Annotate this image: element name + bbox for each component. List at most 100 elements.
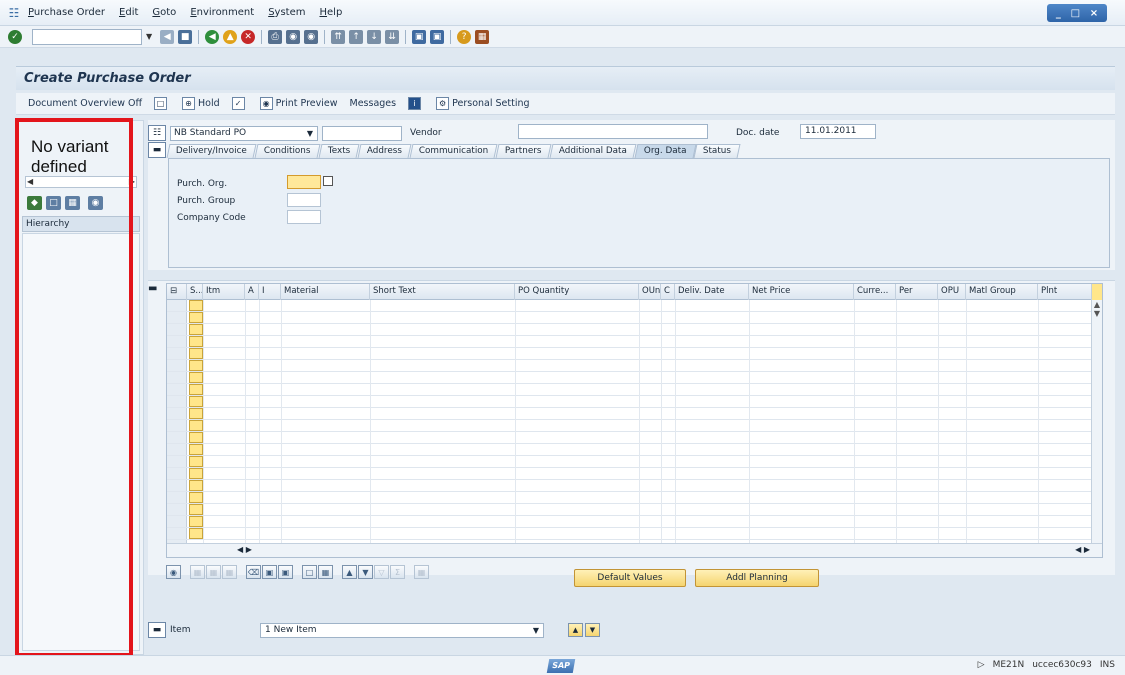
- next-item-button[interactable]: ▼: [585, 623, 600, 637]
- status-cell[interactable]: [189, 396, 203, 407]
- column-header[interactable]: Matl Group: [966, 284, 1038, 300]
- first-page-icon[interactable]: ⇈: [331, 29, 346, 44]
- horizontal-scrollbar[interactable]: ◀ ▶ ◀ ▶: [167, 543, 1102, 557]
- column-header[interactable]: Plnt: [1038, 284, 1092, 300]
- info-button[interactable]: i: [408, 97, 424, 110]
- command-history-icon[interactable]: ▼: [146, 32, 152, 41]
- table-row[interactable]: [167, 432, 1092, 444]
- column-header[interactable]: I: [259, 284, 281, 300]
- menu-help[interactable]: Help: [320, 7, 343, 18]
- check-button[interactable]: ✓: [231, 97, 248, 110]
- document-overview-button[interactable]: Document Overview Off: [28, 98, 142, 109]
- status-expand-icon[interactable]: ▷: [978, 660, 985, 670]
- menu-environment[interactable]: Environment: [190, 7, 254, 18]
- table-row[interactable]: [167, 324, 1092, 336]
- status-cell[interactable]: [189, 336, 203, 347]
- column-header[interactable]: S...: [187, 284, 203, 300]
- vendor-field[interactable]: [518, 124, 708, 139]
- status-cell[interactable]: [189, 300, 203, 311]
- enter-icon[interactable]: ✓: [8, 29, 22, 44]
- table-settings-icon[interactable]: [1092, 284, 1102, 300]
- status-cell[interactable]: [189, 480, 203, 491]
- tab-additional-data[interactable]: Additional Data: [549, 144, 637, 158]
- next-page-icon[interactable]: ↓: [367, 29, 382, 44]
- column-header[interactable]: Itm: [203, 284, 245, 300]
- status-cell[interactable]: [189, 444, 203, 455]
- layout-icon[interactable]: ▦: [414, 565, 429, 579]
- column-header[interactable]: C: [661, 284, 675, 300]
- app-menu-icon[interactable]: ☷: [6, 6, 22, 20]
- doc-date-field[interactable]: 11.01.2011: [800, 124, 876, 139]
- back-arrow-icon[interactable]: ◀: [160, 29, 175, 44]
- status-cell[interactable]: [189, 456, 203, 467]
- column-header[interactable]: Deliv. Date: [675, 284, 749, 300]
- cancel-icon[interactable]: ✕: [241, 29, 256, 44]
- table-row[interactable]: [167, 456, 1092, 468]
- status-cell[interactable]: [189, 492, 203, 503]
- previous-item-button[interactable]: ▲: [568, 623, 583, 637]
- transaction-code[interactable]: ME21N: [993, 660, 1025, 670]
- table-row[interactable]: [167, 480, 1092, 492]
- filter-icon[interactable]: ▽: [374, 565, 389, 579]
- scroll-down-icon[interactable]: ▼: [1092, 309, 1102, 318]
- close-button[interactable]: ×: [1090, 8, 1098, 19]
- select-block-icon[interactable]: ▦: [222, 565, 237, 579]
- scroll-right-icon[interactable]: ◀ ▶: [1075, 545, 1090, 554]
- purch-org-field[interactable]: [287, 175, 321, 189]
- po-number-field[interactable]: [322, 125, 402, 141]
- default-values-button[interactable]: Default Values: [574, 569, 686, 587]
- tab-org-data[interactable]: Org. Data: [634, 144, 696, 158]
- last-page-icon[interactable]: ⇊: [385, 29, 400, 44]
- table-row[interactable]: [167, 396, 1092, 408]
- purch-group-field[interactable]: [287, 193, 321, 207]
- menu-goto[interactable]: Goto: [152, 7, 176, 18]
- table-row[interactable]: [167, 528, 1092, 540]
- select-all-icon[interactable]: ▦: [190, 565, 205, 579]
- sort-ascending-icon[interactable]: ▲: [342, 565, 357, 579]
- items-grid[interactable]: ⊟ S... Itm A I Material Short Text PO Qu…: [166, 283, 1103, 558]
- column-header[interactable]: OUn: [639, 284, 661, 300]
- find-icon[interactable]: ◉: [286, 29, 301, 44]
- menu-purchase-order[interactable]: Purchase Order: [28, 7, 105, 18]
- column-header[interactable]: Net Price: [749, 284, 854, 300]
- panel-scrollbar[interactable]: ◀ ▶: [25, 176, 137, 188]
- collapse-items-icon[interactable]: ▬: [148, 283, 157, 294]
- selection-variant-icon[interactable]: ◆: [27, 196, 42, 210]
- table-row[interactable]: [167, 372, 1092, 384]
- copy-icon[interactable]: □: [46, 196, 61, 210]
- company-code-field[interactable]: [287, 210, 321, 224]
- exit-icon[interactable]: ▲: [223, 29, 238, 44]
- save-icon[interactable]: ■: [178, 29, 193, 44]
- lock-icon[interactable]: ▣: [262, 565, 277, 579]
- help-icon[interactable]: ?: [457, 29, 472, 44]
- status-cell[interactable]: [189, 384, 203, 395]
- status-cell[interactable]: [189, 372, 203, 383]
- back-icon[interactable]: ◀: [205, 29, 220, 44]
- column-header[interactable]: Per: [896, 284, 938, 300]
- table-row[interactable]: [167, 336, 1092, 348]
- status-cell[interactable]: [189, 312, 203, 323]
- table-row[interactable]: [167, 300, 1092, 312]
- scroll-up-icon[interactable]: ▲: [1092, 300, 1102, 309]
- column-header[interactable]: PO Quantity: [515, 284, 639, 300]
- new-session-icon[interactable]: ▣: [412, 29, 427, 44]
- messages-button[interactable]: Messages: [350, 98, 397, 109]
- find-icon[interactable]: ◉: [88, 196, 103, 210]
- delete-icon[interactable]: ⌫: [246, 565, 261, 579]
- find-next-icon[interactable]: ◉: [304, 29, 319, 44]
- table-row[interactable]: [167, 516, 1092, 528]
- shortcut-icon[interactable]: ▣: [430, 29, 445, 44]
- table-row[interactable]: [167, 492, 1092, 504]
- personal-setting-button[interactable]: ⚙ Personal Setting: [436, 97, 530, 110]
- column-header[interactable]: Short Text: [370, 284, 515, 300]
- table-row[interactable]: [167, 348, 1092, 360]
- tab-address[interactable]: Address: [357, 144, 412, 158]
- copy-icon[interactable]: □: [302, 565, 317, 579]
- table-row[interactable]: [167, 312, 1092, 324]
- status-cell[interactable]: [189, 324, 203, 335]
- command-field[interactable]: [32, 28, 142, 45]
- tab-status[interactable]: Status: [693, 144, 741, 158]
- status-cell[interactable]: [189, 360, 203, 371]
- deselect-all-icon[interactable]: ▦: [206, 565, 221, 579]
- sum-icon[interactable]: Σ: [390, 565, 405, 579]
